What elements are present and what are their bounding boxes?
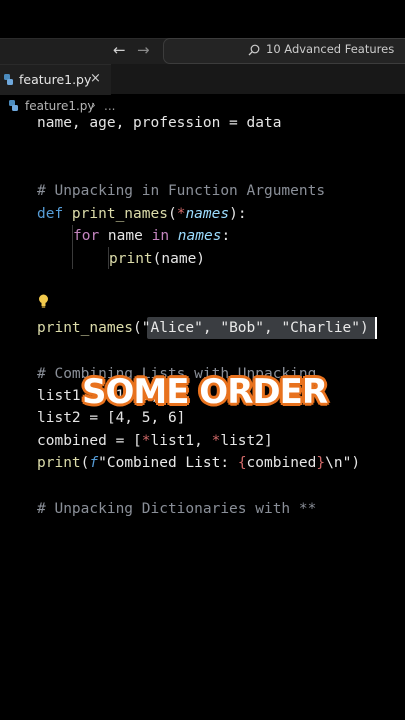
text-cursor — [375, 317, 377, 339]
lightbulb-icon[interactable] — [38, 294, 49, 308]
code-line: print(f"Combined List: {combined}\n") — [37, 455, 361, 471]
code-line: combined = [*list1, *list2] — [37, 433, 273, 449]
chevron-right-icon: › — [91, 98, 96, 112]
search-icon — [248, 44, 260, 56]
tab-feature1-py[interactable]: feature1.py × — [0, 64, 111, 95]
tab-label: feature1.py — [19, 72, 92, 87]
code-editor[interactable]: name, age, profession = data # Unpacking… — [0, 114, 405, 720]
video-caption: SOME ORDER — [82, 372, 328, 412]
command-center-label: 10 Advanced Features — [266, 42, 395, 56]
code-line: def print_names(*names): — [37, 206, 247, 222]
code-line: print(name) — [109, 251, 206, 267]
title-bar: ← → 10 Advanced Features — [0, 38, 405, 64]
code-comment: # Unpacking in Function Arguments — [37, 183, 326, 199]
tab-bar: feature1.py × — [0, 64, 405, 95]
code-comment: # Unpacking Dictionaries with ** — [37, 501, 317, 517]
python-file-icon — [4, 74, 13, 85]
code-line: name, age, profession = data — [37, 115, 282, 131]
arrow-right-icon[interactable]: → — [137, 41, 150, 59]
command-center[interactable]: 10 Advanced Features — [163, 38, 405, 64]
arrow-left-icon[interactable]: ← — [113, 41, 126, 59]
python-file-icon — [9, 100, 18, 111]
close-icon[interactable]: × — [90, 71, 101, 86]
breadcrumb-symbols[interactable]: ... — [104, 99, 115, 113]
breadcrumb-file[interactable]: feature1.py — [25, 99, 95, 113]
code-line: for name in names: — [73, 228, 231, 244]
code-line: print_names("Alice", "Bob", "Charlie") — [37, 320, 369, 336]
